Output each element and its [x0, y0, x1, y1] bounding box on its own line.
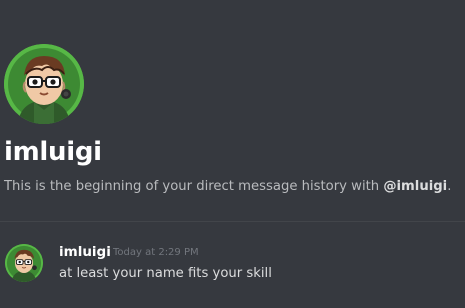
message-avatar-icon[interactable] [5, 244, 43, 282]
dm-intro-suffix: . [447, 179, 452, 194]
message-timestamp: Today at 2:29 PM [113, 247, 199, 258]
avatar-illustration [4, 44, 84, 124]
user-mention[interactable]: @imluigi [383, 179, 447, 194]
chat-message[interactable]: imluigi Today at 2:29 PM at least your n… [0, 242, 465, 286]
dm-intro-text: This is the beginning of your direct mes… [4, 177, 451, 197]
message-author[interactable]: imluigi [59, 243, 111, 261]
message-divider [0, 221, 465, 222]
message-avatar-illustration [5, 244, 43, 282]
dm-intro-prefix: This is the beginning of your direct mes… [4, 179, 384, 194]
message-content: at least your name fits your skill [59, 266, 272, 281]
user-avatar-icon[interactable] [4, 44, 84, 124]
dm-username-heading: imluigi [4, 137, 102, 167]
